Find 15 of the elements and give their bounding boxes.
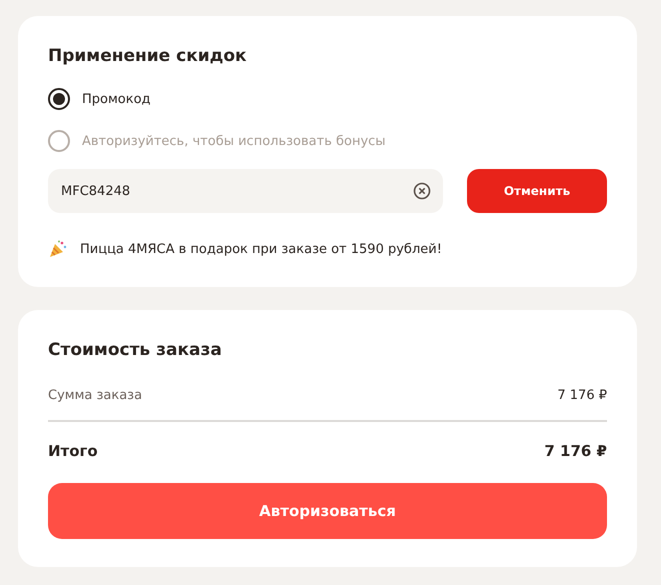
promo-code-field[interactable]: MFC84248 [48,169,443,213]
party-popper-icon [48,239,68,259]
section-title: Применение скидок [48,46,248,66]
promo-notice: Пицца 4МЯСА в подарок при заказе от 1590 рублей! [80,242,442,256]
section-title: Стоимость заказа [48,340,223,360]
subtotal-value: 7 176 ₽ [557,388,607,403]
radio-button[interactable] [48,88,70,110]
clear-icon[interactable] [413,182,431,200]
total-value: 7 176 ₽ [544,442,607,460]
cancel-button[interactable]: Отменить [467,169,607,213]
option-label: Промокод [82,92,151,106]
option-label: Авторизуйтесь, чтобы использовать бонусы [82,134,386,148]
login-button[interactable]: Авторизоваться [48,483,607,539]
subtotal-label: Сумма заказа [48,388,142,403]
total-label: Итого [48,442,98,460]
